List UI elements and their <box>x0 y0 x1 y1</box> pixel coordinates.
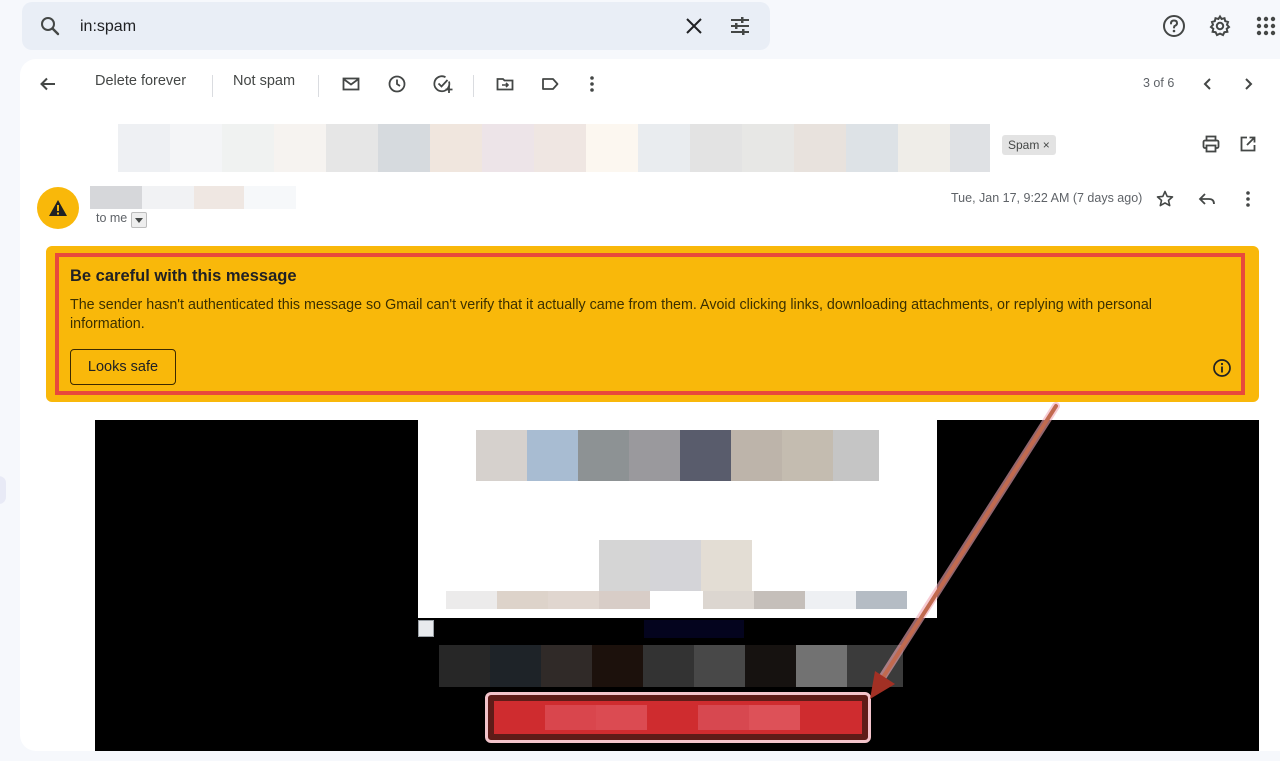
search-icon[interactable] <box>34 10 66 42</box>
close-icon[interactable] <box>678 10 710 42</box>
help-icon[interactable] <box>1158 10 1190 42</box>
search-input[interactable] <box>80 14 640 40</box>
filter-options-icon[interactable] <box>724 10 756 42</box>
message-panel: Delete forever Not spam 3 of 6 Spam × to… <box>20 59 1280 751</box>
search-bar[interactable] <box>22 2 770 50</box>
sidebar-edge <box>0 476 6 504</box>
settings-icon[interactable] <box>1204 10 1236 42</box>
annotation-arrow <box>870 402 1060 699</box>
apps-grid-icon[interactable] <box>1250 10 1280 42</box>
